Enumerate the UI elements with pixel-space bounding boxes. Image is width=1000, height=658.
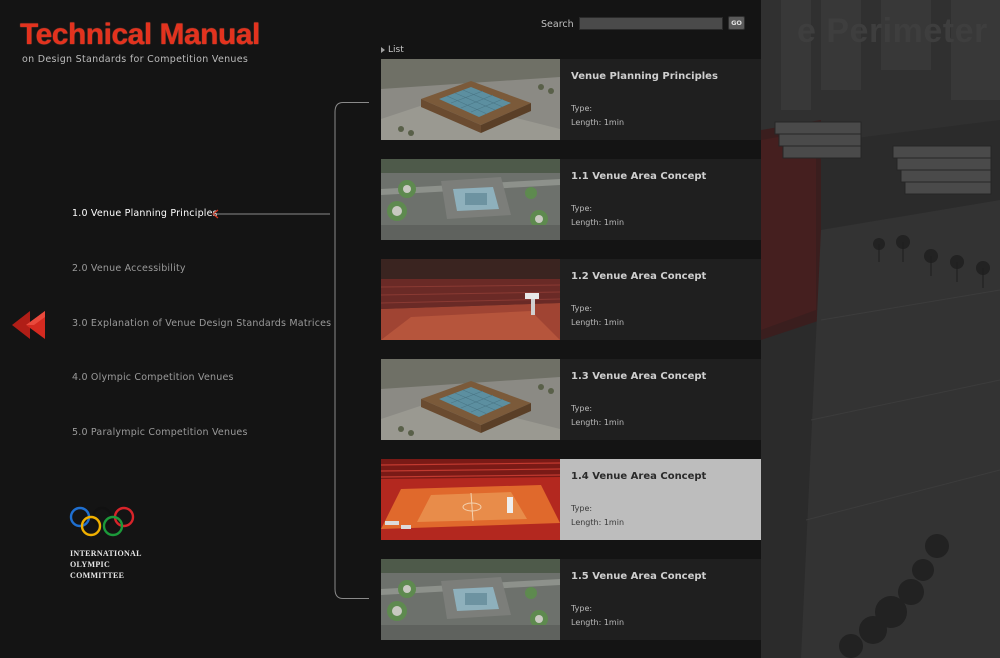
list-header: List bbox=[381, 45, 404, 55]
card-length: Length: 1min bbox=[571, 318, 625, 327]
card-title: 1.4 Venue Area Concept bbox=[571, 471, 707, 482]
list-item[interactable]: 1.2 Venue Area Concept Type: Length: 1mi… bbox=[381, 259, 761, 340]
nav-item-label: 1.0 Venue Planning Principles bbox=[72, 208, 218, 219]
card-length: Length: 1min bbox=[571, 118, 625, 127]
card-type: Type: bbox=[571, 404, 593, 413]
nav-item-olympic-venues[interactable]: 4.0 Olympic Competition Venues bbox=[72, 372, 234, 383]
city-render-image bbox=[761, 0, 1000, 658]
list-item[interactable]: Venue Planning Principles Type: Length: … bbox=[381, 59, 761, 140]
list-item[interactable]: 1.3 Venue Area Concept Type: Length: 1mi… bbox=[381, 359, 761, 440]
nav-item-venue-planning[interactable]: 1.0 Venue Planning Principles bbox=[72, 208, 218, 219]
search-input[interactable] bbox=[579, 17, 723, 30]
video-thumbnail bbox=[381, 359, 560, 440]
card-title: Venue Planning Principles bbox=[571, 71, 718, 82]
video-thumbnail bbox=[381, 259, 560, 340]
app-title: Technical Manual bbox=[20, 18, 260, 51]
nav-item-label: 3.0 Explanation of Venue Design Standard… bbox=[72, 318, 332, 329]
nav-item-label: 5.0 Paralympic Competition Venues bbox=[72, 427, 248, 438]
video-thumbnail bbox=[381, 159, 560, 240]
card-length: Length: 1min bbox=[571, 218, 625, 227]
card-type: Type: bbox=[571, 204, 593, 213]
list-item[interactable]: 1.5 Venue Area Concept Type: Length: 1mi… bbox=[381, 559, 761, 640]
card-type: Type: bbox=[571, 504, 593, 513]
video-thumbnail bbox=[381, 59, 560, 140]
card-length: Length: 1min bbox=[571, 418, 625, 427]
card-title: 1.2 Venue Area Concept bbox=[571, 271, 707, 282]
background-render: e Perimeter bbox=[761, 0, 1000, 658]
card-title: 1.5 Venue Area Concept bbox=[571, 571, 707, 582]
nav-item-accessibility[interactable]: 2.0 Venue Accessibility bbox=[72, 263, 186, 274]
card-type: Type: bbox=[571, 304, 593, 313]
card-type: Type: bbox=[571, 104, 593, 113]
card-title: 1.1 Venue Area Concept bbox=[571, 171, 707, 182]
search-label: Search bbox=[541, 19, 574, 30]
list-item[interactable]: 1.1 Venue Area Concept Type: Length: 1mi… bbox=[381, 159, 761, 240]
video-thumbnail bbox=[381, 459, 560, 540]
background-caption: e Perimeter bbox=[797, 12, 988, 50]
search-go-button[interactable]: GO bbox=[728, 16, 745, 30]
nav-item-design-standards[interactable]: 3.0 Explanation of Venue Design Standard… bbox=[72, 318, 331, 329]
card-type: Type: bbox=[571, 604, 593, 613]
ioc-wordmark: INTERNATIONAL OLYMPIC COMMITTEE bbox=[70, 549, 142, 580]
list-item[interactable]: 1.4 Venue Area Concept Type: Length: 1mi… bbox=[381, 459, 761, 540]
video-thumbnail bbox=[381, 559, 560, 640]
list-brace bbox=[334, 102, 369, 599]
nav-item-label: 2.0 Venue Accessibility bbox=[72, 263, 186, 274]
active-pointer-icon bbox=[212, 209, 330, 219]
card-title: 1.3 Venue Area Concept bbox=[571, 371, 707, 382]
card-length: Length: 1min bbox=[571, 618, 625, 627]
nav-item-paralympic-venues[interactable]: 5.0 Paralympic Competition Venues bbox=[72, 427, 248, 438]
app-subtitle: on Design Standards for Competition Venu… bbox=[22, 54, 249, 65]
back-arrow-icon[interactable] bbox=[12, 311, 48, 339]
triangle-right-icon bbox=[381, 46, 385, 53]
nav-item-label: 4.0 Olympic Competition Venues bbox=[72, 372, 234, 383]
olympic-rings-icon bbox=[69, 506, 135, 537]
card-length: Length: 1min bbox=[571, 518, 625, 527]
